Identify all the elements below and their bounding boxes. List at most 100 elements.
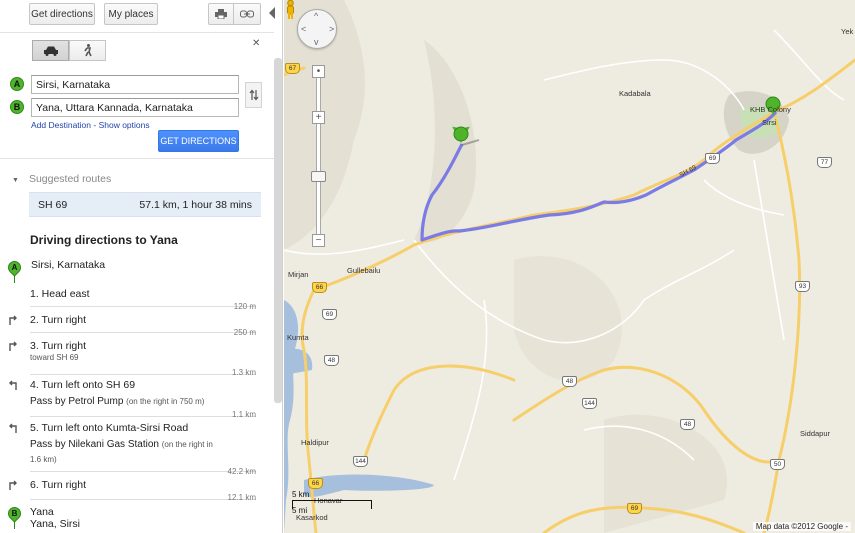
swap-icon <box>249 89 258 101</box>
destination-input[interactable] <box>31 98 239 117</box>
pan-up-icon[interactable]: ^ <box>314 11 318 21</box>
place-label: Kumta <box>287 333 309 342</box>
panel-toolbar: Get directions My places <box>0 0 282 30</box>
directions-title: Driving directions to Yana <box>30 233 178 247</box>
pin-stem <box>14 275 15 283</box>
route-shield: 66 <box>312 282 327 293</box>
route-shield: 144 <box>582 398 597 409</box>
turn-left-icon <box>9 380 17 390</box>
zoom-in-button[interactable]: + <box>312 111 325 124</box>
place-label: Kadabala <box>619 89 651 98</box>
route-shield: 69 <box>322 309 337 320</box>
pegman-icon[interactable] <box>284 0 297 20</box>
place-label: KHB Colony <box>750 105 791 114</box>
pan-right-icon[interactable]: > <box>329 24 334 34</box>
step-landmark-note: 1.6 km) <box>30 455 57 464</box>
turn-right-icon <box>9 341 17 351</box>
step-divider <box>30 306 256 307</box>
zoom-out-button[interactable]: − <box>312 234 325 247</box>
driving-mode-button[interactable] <box>32 40 69 61</box>
place-label: Haldipur <box>301 438 329 447</box>
step-text: 3. Turn right <box>30 340 87 352</box>
route-shield: 77 <box>817 157 832 168</box>
car-icon <box>43 46 58 56</box>
route-summary: 57.1 km, 1 hour 38 mins <box>139 199 252 211</box>
route-shield: 93 <box>795 281 810 292</box>
step-divider <box>30 499 256 500</box>
end-pin-icon: B <box>5 504 24 523</box>
route-shield: 48 <box>562 376 577 387</box>
zoom-reset-button[interactable]: • <box>312 65 325 78</box>
step-distance: 250 m <box>233 328 256 337</box>
destination-marker-icon: B <box>10 100 24 114</box>
printer-icon <box>215 9 227 19</box>
map-scale: 5 km 5 mi <box>292 490 372 515</box>
collapse-panel-icon[interactable] <box>268 7 276 19</box>
step-divider <box>30 416 256 417</box>
start-pin-icon: A <box>5 258 24 277</box>
step-text: 5. Turn left onto Kumta-Sirsi Road <box>30 422 189 434</box>
place-label: Mirjan <box>288 270 309 279</box>
divider <box>0 32 274 33</box>
scale-mi: 5 mi <box>292 506 308 515</box>
step-text: 6. Turn right <box>30 479 87 491</box>
pin-stem <box>14 521 15 529</box>
suggested-routes-heading[interactable]: ▼ Suggested routes <box>12 173 111 185</box>
route-shield: 50 <box>770 459 785 470</box>
route-shield: 66 <box>308 478 323 489</box>
turn-right-icon <box>9 315 17 325</box>
place-label: Gullebailu <box>347 266 381 275</box>
destination-address: Yana, Sirsi <box>30 518 80 530</box>
pan-control[interactable]: ^ v < > <box>297 9 337 49</box>
destination-name: Yana <box>30 506 54 518</box>
print-button[interactable] <box>208 3 234 25</box>
scale-km: 5 km <box>292 490 310 499</box>
walking-mode-button[interactable] <box>69 40 106 61</box>
step-text: 4. Turn left onto SH 69 <box>30 379 136 391</box>
route-shield: 144 <box>353 456 368 467</box>
suggested-route-row[interactable]: SH 69 57.1 km, 1 hour 38 mins <box>29 192 261 217</box>
step-distance: 1.1 km <box>231 410 256 419</box>
close-directions-icon[interactable]: ✕ <box>252 38 260 49</box>
zoom-slider-track[interactable] <box>316 68 321 243</box>
pan-left-icon[interactable]: < <box>301 24 306 34</box>
panel-scrollbar[interactable] <box>274 58 282 403</box>
turn-left-icon <box>9 423 17 433</box>
route-shield: 48 <box>680 419 695 430</box>
step-text: 1. Head east <box>30 288 90 300</box>
step-divider <box>30 332 256 333</box>
divider <box>0 158 274 159</box>
route-shield: 48 <box>324 355 339 366</box>
collapse-triangle-icon: ▼ <box>12 177 19 184</box>
get-directions-tab-button[interactable]: Get directions <box>29 3 95 25</box>
swap-locations-button[interactable] <box>245 82 262 108</box>
link-button[interactable] <box>233 3 261 25</box>
suggested-routes-label: Suggested routes <box>28 173 112 185</box>
add-destination-link[interactable]: Add Destination <box>31 120 91 130</box>
zoom-slider-handle[interactable] <box>311 171 326 182</box>
map-attribution[interactable]: Map data ©2012 Google - <box>752 522 851 531</box>
link-separator: - <box>91 120 99 130</box>
my-places-button[interactable]: My places <box>104 3 158 25</box>
origin-input[interactable] <box>31 75 239 94</box>
step-distance: 1.3 km <box>231 368 256 377</box>
directions-origin: Sirsi, Karnataka <box>31 259 106 271</box>
step-distance: 12.1 km <box>227 493 256 502</box>
route-shield: 69 <box>627 503 642 514</box>
map-canvas[interactable]: Kadabala KHB Colony Sirsi Yek Mirjan Gul… <box>284 0 855 533</box>
origin-marker-icon: A <box>10 77 24 91</box>
get-directions-submit-button[interactable]: GET DIRECTIONS <box>158 130 239 152</box>
link-icon <box>240 10 254 18</box>
place-label: Sirsi <box>762 118 777 127</box>
step-divider <box>30 374 256 375</box>
step-text: 2. Turn right <box>30 314 87 326</box>
place-label: Siddapur <box>800 429 831 438</box>
pan-down-icon[interactable]: v <box>314 37 319 47</box>
route-name: SH 69 <box>38 199 68 211</box>
step-landmark: Pass by Petrol Pump (on the right in 750… <box>30 396 205 407</box>
place-label: Yek <box>841 27 854 36</box>
step-distance: 120 m <box>233 302 256 311</box>
show-options-link[interactable]: Show options <box>99 120 150 130</box>
route-shield: 67 <box>285 63 300 74</box>
route-links: Add Destination - Show options <box>31 120 150 130</box>
